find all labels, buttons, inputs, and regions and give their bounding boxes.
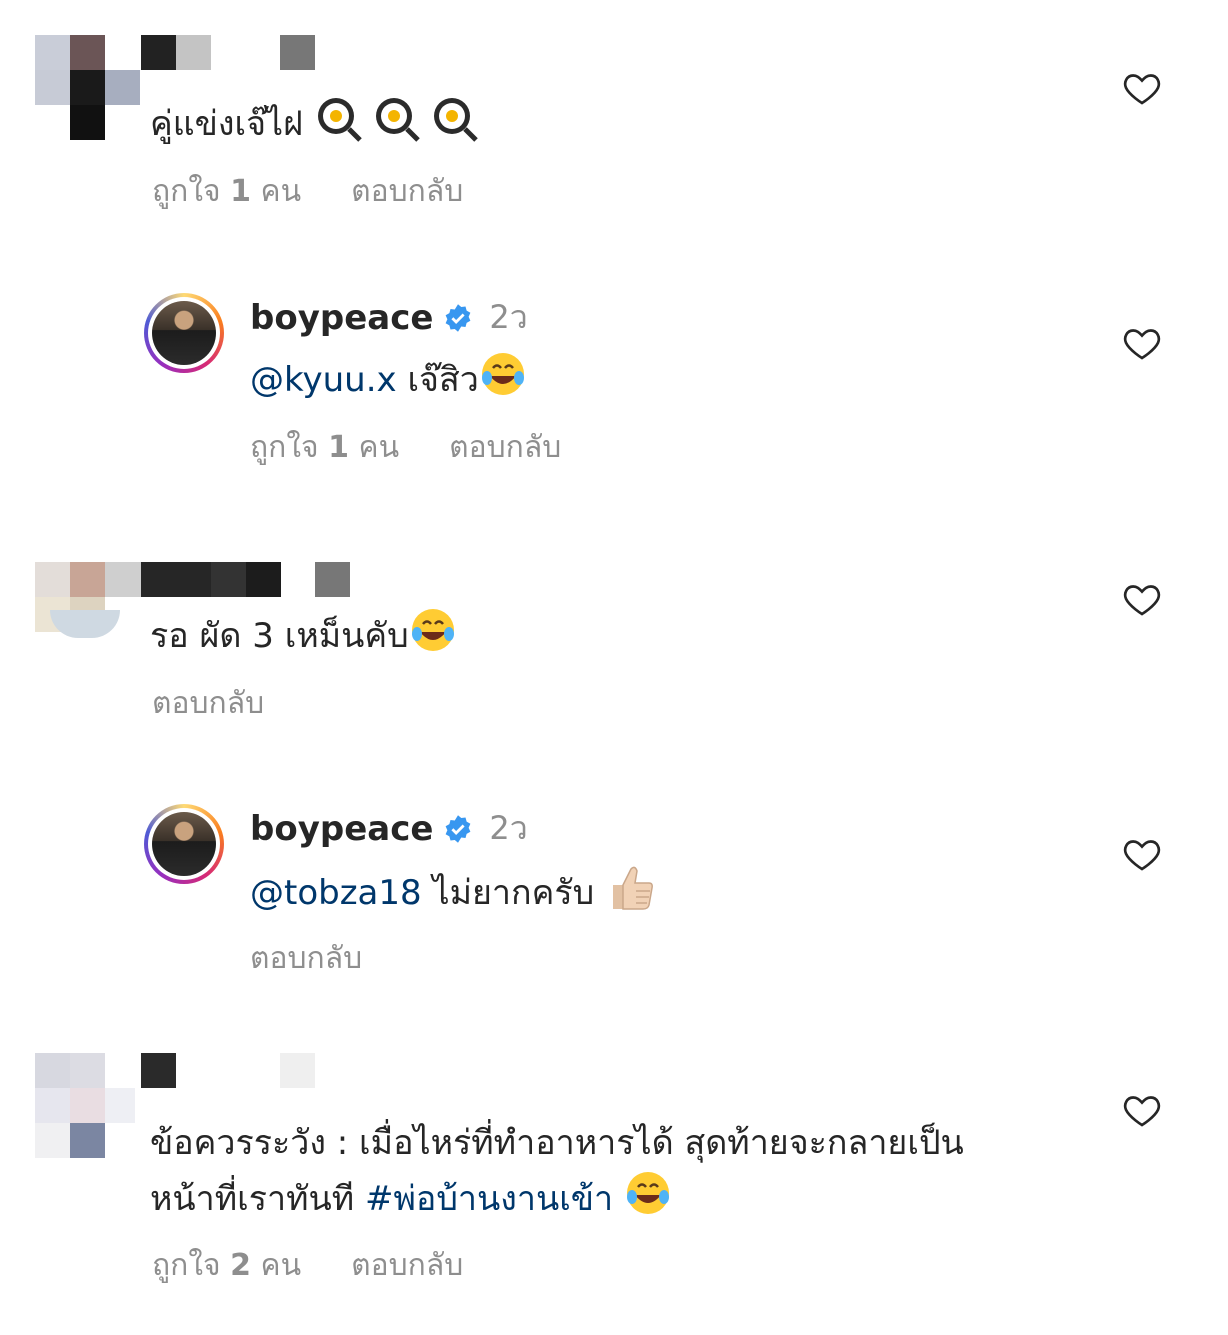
comment-body-line2: หน้าที่เราทันที <box>150 1179 355 1219</box>
avatar[interactable] <box>144 293 224 373</box>
heart-icon[interactable] <box>1122 834 1162 874</box>
profile-photo <box>152 301 216 365</box>
comment-body: คู่แข่งเจ๊ไฝ <box>150 104 304 144</box>
mention-link[interactable]: @kyuu.x <box>250 360 397 400</box>
comment-meta: ถูกใจ 1 คน ตอบกลับ <box>250 424 561 471</box>
reply-header: boypeace 2ว <box>250 292 528 343</box>
likes-count[interactable]: ถูกใจ 1 คน <box>250 424 399 471</box>
comment-meta: ถูกใจ 2 คน ตอบกลับ <box>152 1242 463 1289</box>
likes-prefix: ถูกใจ <box>152 174 221 209</box>
reply-button[interactable]: ตอบกลับ <box>449 424 561 471</box>
comment-body: รอ ผัด 3 เหม็นคับ <box>150 616 409 656</box>
heart-icon[interactable] <box>1122 68 1162 108</box>
comment-text: รอ ผัด 3 เหม็นคับ <box>150 606 457 669</box>
comment-meta: ถูกใจ 1 คน ตอบกลับ <box>152 168 463 215</box>
comment-body: ไม่ยากครับ <box>432 873 595 913</box>
comment-body-line1: ข้อควรระวัง : เมื่อไหร่ที่ทำอาหารได้ สุด… <box>150 1123 964 1163</box>
comment-body: เจ๊สิว <box>407 360 479 400</box>
verified-badge-icon <box>446 814 471 843</box>
hashtag-link[interactable]: #พ่อบ้านงานเข้า <box>365 1179 613 1219</box>
reply-button[interactable]: ตอบกลับ <box>250 935 362 982</box>
heart-icon[interactable] <box>1122 579 1162 619</box>
timestamp: 2ว <box>489 809 528 847</box>
reply-button[interactable]: ตอบกลับ <box>351 1242 463 1289</box>
likes-count[interactable]: ถูกใจ 1 คน <box>152 168 301 215</box>
likes-count[interactable]: ถูกใจ 2 คน <box>152 1242 301 1289</box>
mention-link[interactable]: @tobza18 <box>250 873 422 913</box>
verified-badge-icon <box>446 303 471 332</box>
likes-prefix: ถูกใจ <box>250 430 319 465</box>
comment-text: คู่แข่งเจ๊ไฝ <box>150 94 484 157</box>
heart-icon[interactable] <box>1122 1090 1162 1130</box>
reply-button[interactable]: ตอบกลับ <box>351 168 463 215</box>
username[interactable]: boypeace <box>250 809 433 849</box>
comment-text: @tobza18 ไม่ยากครับ <box>250 861 657 928</box>
timestamp: 2ว <box>489 298 528 336</box>
comment-text: ข้อควรระวัง : เมื่อไหร่ที่ทำอาหารได้ สุด… <box>150 1117 964 1232</box>
tears-of-joy-emoji-icon <box>479 350 527 413</box>
heart-icon[interactable] <box>1122 323 1162 363</box>
frying-egg-icon <box>314 94 484 157</box>
tears-of-joy-emoji-icon <box>624 1169 672 1232</box>
reply-header: boypeace 2ว <box>250 803 528 854</box>
avatar[interactable] <box>144 804 224 884</box>
likes-suffix: คน <box>260 174 302 209</box>
reply-button[interactable]: ตอบกลับ <box>152 680 264 727</box>
likes-suffix: คน <box>260 1248 302 1283</box>
comment-meta: ตอบกลับ <box>152 680 264 727</box>
likes-number: 2 <box>230 1248 251 1283</box>
likes-prefix: ถูกใจ <box>152 1248 221 1283</box>
likes-number: 1 <box>230 174 251 209</box>
comment-text: @kyuu.x เจ๊สิว <box>250 350 527 413</box>
tears-of-joy-emoji-icon <box>409 606 457 669</box>
profile-photo <box>152 812 216 876</box>
likes-suffix: คน <box>358 430 400 465</box>
thumbs-up-emoji-icon <box>605 861 657 928</box>
likes-number: 1 <box>328 430 349 465</box>
comment-meta: ตอบกลับ <box>250 935 362 982</box>
username[interactable]: boypeace <box>250 298 433 338</box>
